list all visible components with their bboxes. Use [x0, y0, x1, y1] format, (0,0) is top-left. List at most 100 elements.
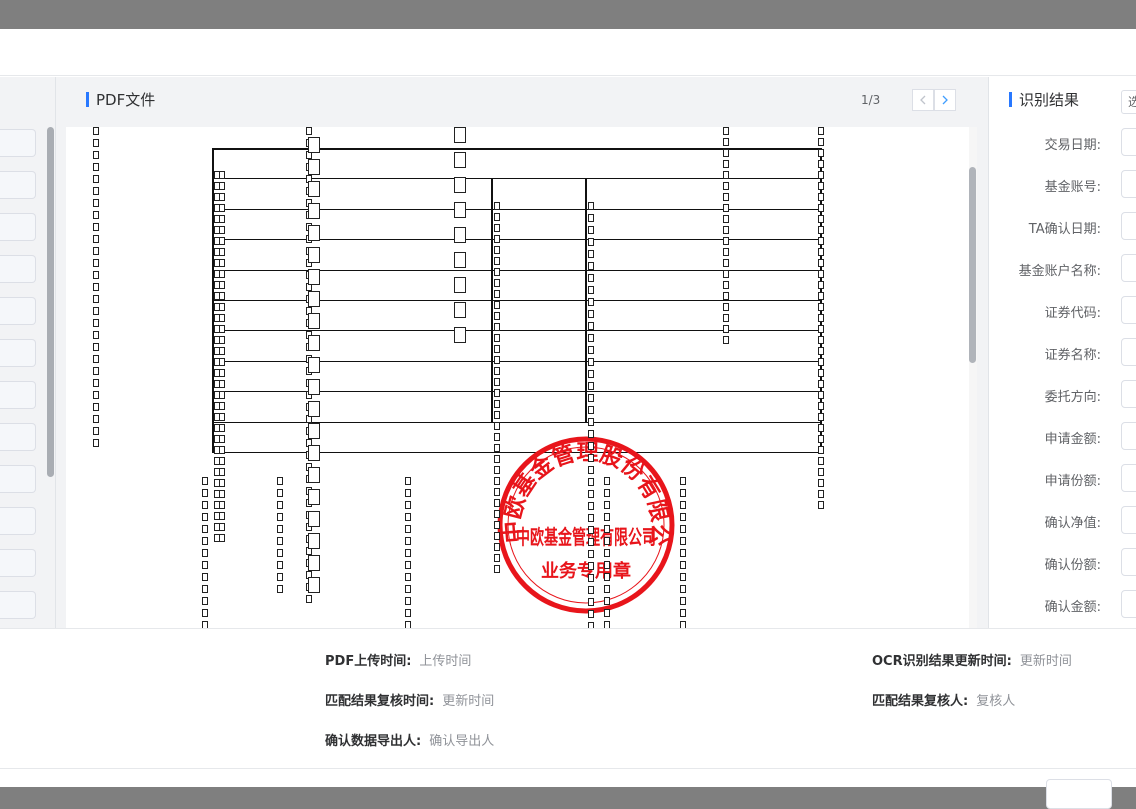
pdf-glyph-box: [818, 424, 824, 432]
left-input[interactable]: [0, 339, 36, 367]
prev-page-button[interactable]: [912, 89, 934, 111]
left-input[interactable]: [0, 591, 36, 619]
footer-button[interactable]: [1046, 779, 1112, 809]
pdf-glyph-box: [93, 295, 99, 303]
pdf-glyph-box: [202, 597, 208, 605]
apply-amount-input[interactable]: [1121, 422, 1136, 450]
trade-date-input[interactable]: [1121, 128, 1136, 156]
left-input[interactable]: [0, 465, 36, 493]
pdf-glyph-box: [202, 489, 208, 497]
pdf-glyph-box: [202, 609, 208, 617]
apply-shares-input[interactable]: [1121, 464, 1136, 492]
left-input[interactable]: [0, 381, 36, 409]
left-input[interactable]: [0, 213, 36, 241]
pdf-glyph-box: [604, 561, 610, 569]
pdf-glyph-box: [219, 347, 225, 355]
pdf-glyph-box: [818, 446, 824, 454]
left-input[interactable]: [0, 507, 36, 535]
left-input[interactable]: [0, 297, 36, 325]
pdf-glyph-box: [494, 554, 500, 562]
pdf-glyph-box: [202, 573, 208, 581]
pdf-glyph-box: [818, 468, 824, 476]
pdf-glyph-box: [818, 204, 824, 212]
confirm-amount-input[interactable]: [1121, 590, 1136, 618]
pdf-glyph-box: [494, 312, 500, 320]
left-input[interactable]: [0, 549, 36, 577]
pdf-glyph-box: [202, 621, 208, 628]
pdf-glyph-box: [308, 269, 320, 285]
result-row-confirm-amount: 确认金额:: [989, 590, 1136, 618]
pdf-glyph-box: [604, 501, 610, 509]
fund-account-input[interactable]: [1121, 170, 1136, 198]
pdf-glyph-box: [818, 182, 824, 190]
pdf-glyph-box: [680, 525, 686, 533]
pdf-glyph-box: [277, 513, 283, 521]
result-select[interactable]: 选: [1121, 90, 1136, 114]
pdf-page-view[interactable]: 中欧基金管理股份有限公司 中欧基金管理有限公司 业务专用章: [66, 127, 971, 628]
pdf-glyph-box: [494, 488, 500, 496]
pdf-scrollbar[interactable]: [969, 167, 976, 363]
apply-amount-label: 申请金额:: [1044, 432, 1101, 447]
pdf-glyph-box: [405, 609, 411, 617]
pdf-glyph-box: [818, 160, 824, 168]
pdf-glyph-box: [219, 523, 225, 531]
pdf-glyph-box: [93, 235, 99, 243]
pdf-glyph-box: [219, 380, 225, 388]
pdf-glyph-box: [454, 127, 466, 143]
fund-account-name-input[interactable]: [1121, 254, 1136, 282]
pdf-glyph-box: [818, 435, 824, 443]
pdf-glyph-box: [93, 199, 99, 207]
pdf-glyph-box: [219, 512, 225, 520]
pdf-glyph-box: [454, 177, 466, 193]
order-direction-input[interactable]: [1121, 380, 1136, 408]
left-input[interactable]: [0, 423, 36, 451]
pdf-glyph-box: [818, 171, 824, 179]
left-input[interactable]: [0, 255, 36, 283]
left-input[interactable]: [0, 171, 36, 199]
fund-account-name-label: 基金账户名称:: [1018, 264, 1101, 279]
pdf-glyph-box: [93, 271, 99, 279]
pdf-glyph-box: [604, 597, 610, 605]
security-name-input[interactable]: [1121, 338, 1136, 366]
pdf-glyph-box: [818, 402, 824, 410]
export-user-label: 确认数据导出人:: [325, 734, 422, 749]
chevron-right-icon: [942, 95, 948, 105]
pdf-glyph-box: [308, 555, 320, 571]
match-reviewer: 匹配结果复核人: 复核人: [872, 690, 1015, 709]
pdf-glyph-box: [818, 281, 824, 289]
table-row-line: [212, 270, 821, 271]
left-form-panel: [0, 77, 56, 628]
left-scrollbar[interactable]: [47, 127, 54, 477]
pdf-glyph-box: [219, 402, 225, 410]
pdf-glyph-box: [219, 468, 225, 476]
pdf-glyph-box: [219, 336, 225, 344]
pdf-glyph-box: [588, 454, 594, 462]
pdf-glyph-box: [494, 411, 500, 419]
pdf-glyph-box: [308, 577, 320, 593]
ta-confirm-date-input[interactable]: [1121, 212, 1136, 240]
pdf-glyph-box: [588, 226, 594, 234]
pdf-glyph-box: [723, 281, 729, 289]
pdf-glyph-box: [219, 204, 225, 212]
pdf-glyph-box: [277, 537, 283, 545]
pdf-glyph-box: [277, 489, 283, 497]
confirm-shares-input[interactable]: [1121, 548, 1136, 576]
pdf-glyph-box: [680, 573, 686, 581]
pdf-glyph-box: [604, 549, 610, 557]
pdf-glyph-box: [219, 479, 225, 487]
next-page-button[interactable]: [934, 89, 956, 111]
pdf-glyph-box: [202, 525, 208, 533]
pdf-glyph-box: [494, 246, 500, 254]
chevron-left-icon: [920, 95, 926, 105]
pdf-glyph-box: [219, 248, 225, 256]
pdf-glyph-box: [202, 513, 208, 521]
pdf-glyph-box: [588, 262, 594, 270]
pdf-glyph-box: [405, 537, 411, 545]
confirm-nav-input[interactable]: [1121, 506, 1136, 534]
result-row-security-name: 证券名称:: [989, 338, 1136, 366]
left-input[interactable]: [0, 129, 36, 157]
security-code-input[interactable]: [1121, 296, 1136, 324]
pdf-glyph-box: [219, 391, 225, 399]
pdf-glyph-box: [202, 537, 208, 545]
pdf-glyph-box: [405, 501, 411, 509]
